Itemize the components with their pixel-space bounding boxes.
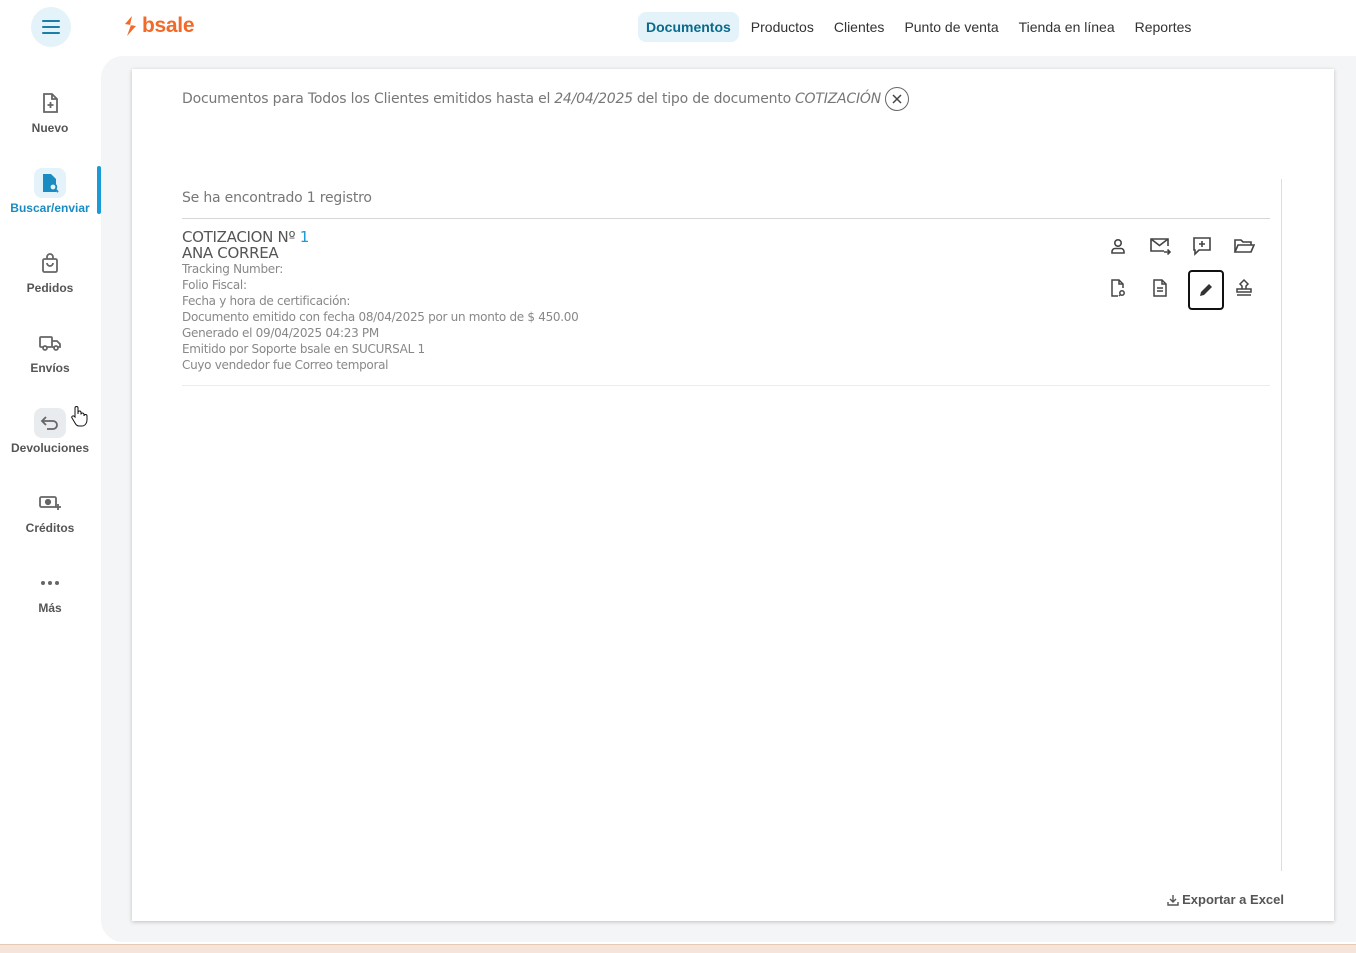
- generated-info: Generado el 09/04/2025 04:23 PM: [182, 326, 379, 340]
- export-excel-button[interactable]: Exportar a Excel: [1167, 892, 1284, 907]
- sidebar-item-pedidos[interactable]: Pedidos: [0, 248, 100, 312]
- emission-info: Documento emitido con fecha 08/04/2025 p…: [182, 310, 579, 324]
- seller-info: Cuyo vendedor fue Correo temporal: [182, 358, 389, 372]
- sidebar-item-label: Nuevo: [31, 121, 69, 135]
- document-title: COTIZACION Nº 1: [182, 229, 578, 245]
- document-number-link[interactable]: 1: [300, 228, 310, 246]
- brand-name: bsale: [142, 14, 195, 37]
- filter-prefix: Documentos para Todos los Clientes emiti…: [182, 91, 551, 107]
- filter-summary: Documentos para Todos los Clientes emiti…: [182, 87, 910, 111]
- new-document-icon: [34, 88, 66, 118]
- certification-datetime: Fecha y hora de certificación:: [182, 294, 351, 308]
- more-dots-icon: [34, 568, 66, 598]
- results-panel: Documentos para Todos los Clientes emiti…: [132, 69, 1334, 921]
- document-link-icon: [1111, 279, 1125, 297]
- client-name: ANA CORREA: [182, 244, 279, 262]
- result-count: Se ha encontrado 1 registro: [182, 190, 372, 206]
- pencil-icon: [1200, 284, 1212, 296]
- filter-doc-type: COTIZACIÓN: [794, 91, 882, 107]
- stamp-document-button[interactable]: [1226, 268, 1262, 308]
- person-icon: [1111, 238, 1125, 254]
- sidebar-item-label: Buscar/enviar: [10, 201, 90, 215]
- sidebar-item-label: Más: [38, 601, 62, 615]
- brand-logo[interactable]: bsale: [122, 14, 195, 38]
- tracking-number: Tracking Number:: [182, 262, 284, 276]
- hand-cursor-icon: [71, 406, 88, 427]
- topnav-clientes[interactable]: Clientes: [826, 12, 893, 42]
- return-arrow-icon: [34, 408, 66, 438]
- sidebar-item-label: Pedidos: [26, 281, 74, 295]
- stamp-icon: [1236, 278, 1252, 296]
- filter-middle: del tipo de documento: [636, 91, 791, 107]
- edit-document-button[interactable]: [1188, 270, 1224, 310]
- comment-plus-icon: [1193, 237, 1211, 256]
- sidebar-item-envios[interactable]: Envíos: [0, 328, 100, 392]
- search-document-icon: [34, 168, 66, 198]
- download-icon: [1167, 894, 1179, 906]
- view-document-button[interactable]: [1142, 268, 1178, 308]
- truck-icon: [34, 328, 66, 358]
- document-icon: [1153, 279, 1167, 297]
- topnav-documentos[interactable]: Documentos: [638, 12, 739, 42]
- document-link-button[interactable]: [1100, 268, 1136, 308]
- document-record: COTIZACION Nº 1 ANA CORREA Tracking Numb…: [182, 229, 579, 373]
- topnav-productos[interactable]: Productos: [743, 12, 822, 42]
- topnav-reportes[interactable]: Reportes: [1127, 12, 1200, 42]
- sidebar-item-nuevo[interactable]: Nuevo: [0, 88, 100, 152]
- export-excel-label: Exportar a Excel: [1182, 892, 1284, 907]
- shopping-bag-icon: [34, 248, 66, 278]
- filter-date: 24/04/2025: [554, 91, 633, 107]
- folder-open-icon: [1233, 239, 1255, 253]
- folio-fiscal: Folio Fiscal:: [182, 278, 247, 292]
- divider: [182, 385, 1270, 386]
- hamburger-icon: [42, 20, 60, 34]
- sidebar-item-label: Envíos: [30, 361, 70, 375]
- open-folder-button[interactable]: [1226, 226, 1262, 266]
- view-client-button[interactable]: [1100, 226, 1136, 266]
- divider: [182, 218, 1270, 219]
- sidebar-item-mas[interactable]: Más: [0, 568, 100, 632]
- money-plus-icon: [34, 488, 66, 518]
- close-icon: [892, 94, 902, 104]
- menu-button[interactable]: [31, 7, 71, 47]
- top-navigation: Documentos Productos Clientes Punto de v…: [638, 12, 1203, 42]
- sidebar-item-creditos[interactable]: Créditos: [0, 488, 100, 552]
- sidebar-item-label: Devoluciones: [10, 441, 90, 455]
- topnav-tienda-en-linea[interactable]: Tienda en línea: [1011, 12, 1123, 42]
- email-forward-icon: [1150, 238, 1171, 255]
- sidebar: Nuevo Buscar/enviar Pedidos Envíos Devol…: [0, 56, 100, 952]
- sidebar-item-label: Créditos: [25, 521, 75, 535]
- sidebar-item-buscar-enviar[interactable]: Buscar/enviar: [0, 168, 100, 232]
- topnav-punto-de-venta[interactable]: Punto de venta: [896, 12, 1006, 42]
- column-divider: [1281, 179, 1282, 871]
- issuer-info: Emitido por Soporte bsale en SUCURSAL 1: [182, 342, 425, 356]
- bsale-logo-icon: [125, 16, 136, 36]
- add-comment-button[interactable]: [1184, 226, 1220, 266]
- clear-filter-button[interactable]: [885, 87, 910, 111]
- send-email-button[interactable]: [1142, 226, 1178, 266]
- top-bar: bsale Documentos Productos Clientes Punt…: [0, 0, 1356, 56]
